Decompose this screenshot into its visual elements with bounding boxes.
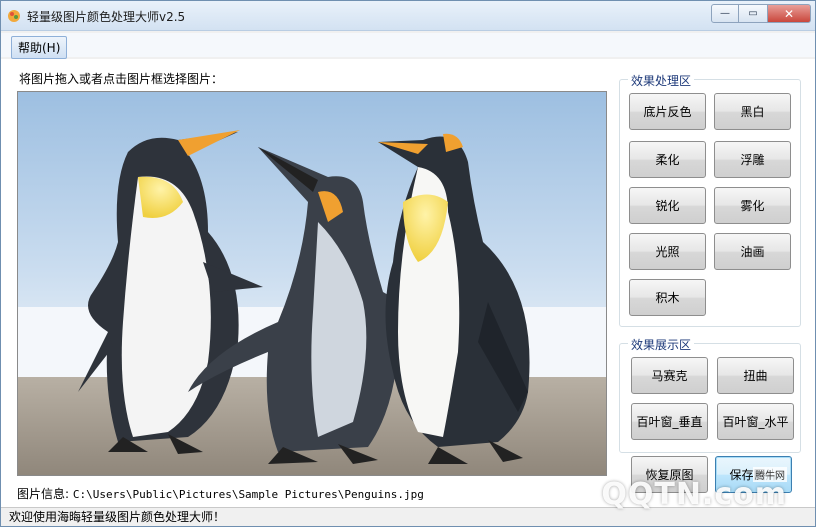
blinds-vertical-button[interactable]: 百叶窗_垂直 xyxy=(631,403,708,440)
title-bar[interactable]: 轻量级图片颜色处理大师v2.5 — ▭ ✕ xyxy=(1,1,815,31)
menu-bar: 帮助(H) xyxy=(1,33,815,59)
minimize-icon: — xyxy=(720,8,730,19)
site-watermark: 腾牛网 QQTN.com xyxy=(601,467,805,522)
grayscale-button[interactable]: 黑白 xyxy=(714,93,791,130)
app-icon xyxy=(8,10,20,22)
watermark-logo: QQTN.com xyxy=(601,477,787,512)
maximize-button[interactable]: ▭ xyxy=(739,4,767,23)
image-info-label: 图片信息: xyxy=(17,487,70,501)
effects-group-title: 效果处理区 xyxy=(628,72,695,89)
sharpen-button[interactable]: 锐化 xyxy=(629,187,706,224)
display-group-title: 效果展示区 xyxy=(628,336,695,353)
effects-group: 效果处理区 底片反色 黑白 柔化 浮雕 锐化 雾化 光照 油画 积木 xyxy=(619,72,801,327)
penguins-image xyxy=(18,92,606,475)
status-text: 欢迎使用海晦轻量级图片颜色处理大师！ xyxy=(9,510,226,524)
maximize-icon: ▭ xyxy=(748,8,758,19)
window-title: 轻量级图片颜色处理大师v2.5 xyxy=(27,10,186,24)
picture-box[interactable] xyxy=(17,91,607,476)
blocks-button[interactable]: 积木 xyxy=(629,279,706,316)
lighting-button[interactable]: 光照 xyxy=(629,233,706,270)
image-info-path: C:\Users\Public\Pictures\Sample Pictures… xyxy=(72,488,424,501)
close-icon: ✕ xyxy=(783,6,795,21)
blinds-horizontal-button[interactable]: 百叶窗_水平 xyxy=(717,403,794,440)
display-group: 效果展示区 马赛克 扭曲 百叶窗_垂直 百叶窗_水平 xyxy=(619,336,801,453)
menu-help[interactable]: 帮助(H) xyxy=(11,36,68,59)
drop-hint-label: 将图片拖入或者点击图片框选择图片： xyxy=(19,72,224,86)
mosaic-button[interactable]: 马赛克 xyxy=(631,357,708,394)
minimize-button[interactable]: — xyxy=(711,4,739,23)
oil-painting-button[interactable]: 油画 xyxy=(714,233,791,270)
emboss-button[interactable]: 浮雕 xyxy=(714,141,791,178)
window-controls: — ▭ ✕ xyxy=(711,4,811,24)
distort-button[interactable]: 扭曲 xyxy=(717,357,794,394)
app-window: 轻量级图片颜色处理大师v2.5 — ▭ ✕ 帮助(H) 将图片拖入或者点击图片框… xyxy=(0,0,816,527)
image-info: 图片信息: C:\Users\Public\Pictures\Sample Pi… xyxy=(17,485,424,502)
invert-button[interactable]: 底片反色 xyxy=(629,93,706,130)
fog-button[interactable]: 雾化 xyxy=(714,187,791,224)
main-panel: 将图片拖入或者点击图片框选择图片： 图片信息: C:\Users\Public\… xyxy=(1,59,815,507)
soften-button[interactable]: 柔化 xyxy=(629,141,706,178)
close-button[interactable]: ✕ xyxy=(767,4,811,23)
